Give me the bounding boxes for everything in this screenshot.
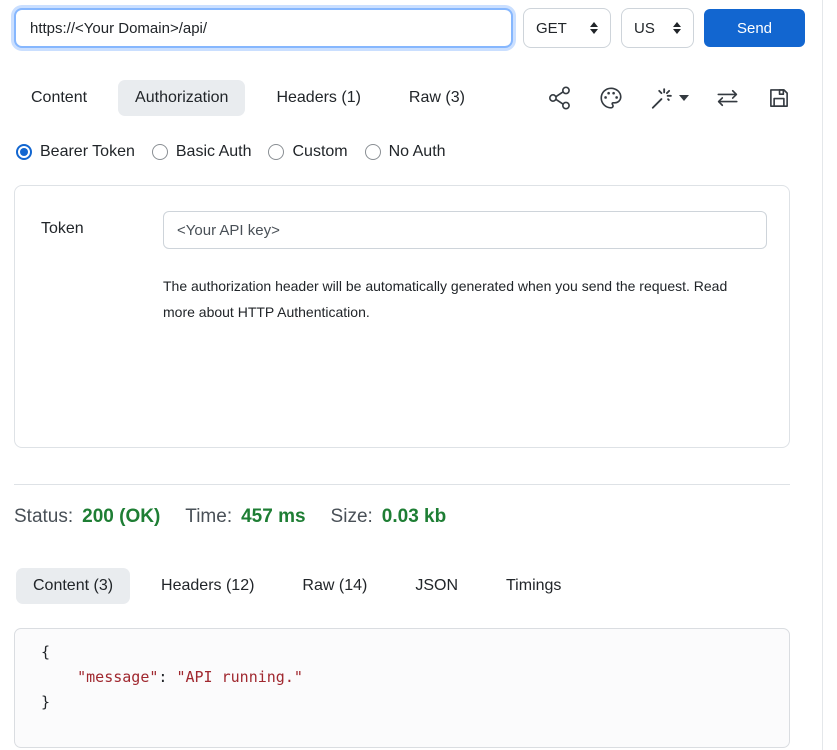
swap-arrows-icon[interactable] [714, 85, 741, 111]
section-divider [14, 484, 790, 485]
toolbar-icons [547, 85, 792, 111]
resp-tab-timings[interactable]: Timings [489, 568, 578, 604]
radio-no-auth[interactable]: No Auth [365, 143, 446, 161]
response-tabs: Content (3) Headers (12) Raw (14) JSON T… [2, 568, 823, 604]
share-nodes-icon[interactable] [547, 85, 573, 111]
token-help-text: The authorization header will be automat… [163, 273, 763, 325]
radio-label: No Auth [389, 143, 446, 161]
save-icon[interactable] [766, 85, 792, 111]
size-item: Size: 0.03 kb [331, 506, 447, 528]
radio-selected-icon [16, 144, 32, 160]
bearer-token-panel: Token The authorization header will be a… [14, 185, 790, 448]
content-right-border [822, 0, 823, 750]
json-separator: : [158, 668, 176, 686]
region-select[interactable]: US [621, 8, 694, 48]
json-line-message: "message": "API running." [41, 665, 789, 690]
time-item: Time: 457 ms [185, 506, 305, 528]
token-input[interactable] [163, 211, 767, 249]
radio-custom[interactable]: Custom [268, 143, 347, 161]
time-label: Time: [185, 506, 232, 528]
json-line-close: } [41, 690, 789, 715]
api-tester-page: GET US Send Content Authorization Header… [0, 0, 837, 750]
region-select-value: US [634, 20, 655, 37]
auth-type-options: Bearer Token Basic Auth Custom No Auth [0, 143, 837, 161]
request-bar: GET US Send [0, 0, 837, 48]
token-panel-main: The authorization header will be automat… [163, 211, 767, 447]
json-value: "API running." [176, 668, 302, 686]
radio-icon [152, 144, 168, 160]
dropdown-caret-icon [679, 95, 689, 101]
size-value: 0.03 kb [382, 506, 446, 528]
resp-tab-json[interactable]: JSON [398, 568, 475, 604]
radio-label: Custom [292, 143, 347, 161]
request-tabs: Content Authorization Headers (1) Raw (3… [14, 80, 482, 116]
send-button[interactable]: Send [704, 9, 805, 47]
radio-icon [268, 144, 284, 160]
token-label: Token [41, 211, 163, 447]
time-value: 457 ms [241, 506, 305, 528]
request-tabs-row: Content Authorization Headers (1) Raw (3… [0, 80, 837, 116]
radio-bearer-token[interactable]: Bearer Token [16, 143, 135, 161]
method-select[interactable]: GET [523, 8, 611, 48]
response-body-block: { "message": "API running." } [14, 628, 790, 748]
method-select-value: GET [536, 20, 567, 37]
tab-authorization[interactable]: Authorization [118, 80, 245, 116]
tab-headers[interactable]: Headers (1) [259, 80, 377, 116]
radio-icon [365, 144, 381, 160]
response-summary: Status: 200 (OK) Time: 457 ms Size: 0.03… [14, 506, 823, 528]
json-line-open: { [41, 640, 789, 665]
resp-tab-headers[interactable]: Headers (12) [144, 568, 271, 604]
url-input[interactable] [14, 8, 513, 48]
resp-tab-content[interactable]: Content (3) [16, 568, 130, 604]
radio-label: Basic Auth [176, 143, 252, 161]
tab-raw[interactable]: Raw (3) [392, 80, 482, 116]
radio-basic-auth[interactable]: Basic Auth [152, 143, 252, 161]
status-label: Status: [14, 506, 73, 528]
json-key: "message" [77, 668, 158, 686]
tab-content[interactable]: Content [14, 80, 104, 116]
resp-tab-raw[interactable]: Raw (14) [285, 568, 384, 604]
palette-icon[interactable] [598, 85, 624, 111]
status-item: Status: 200 (OK) [14, 506, 160, 528]
magic-wand-dropdown-icon[interactable] [649, 85, 689, 111]
select-updown-icon [590, 22, 598, 34]
radio-label: Bearer Token [40, 143, 135, 161]
size-label: Size: [331, 506, 373, 528]
status-value: 200 (OK) [82, 506, 160, 528]
select-updown-icon [673, 22, 681, 34]
